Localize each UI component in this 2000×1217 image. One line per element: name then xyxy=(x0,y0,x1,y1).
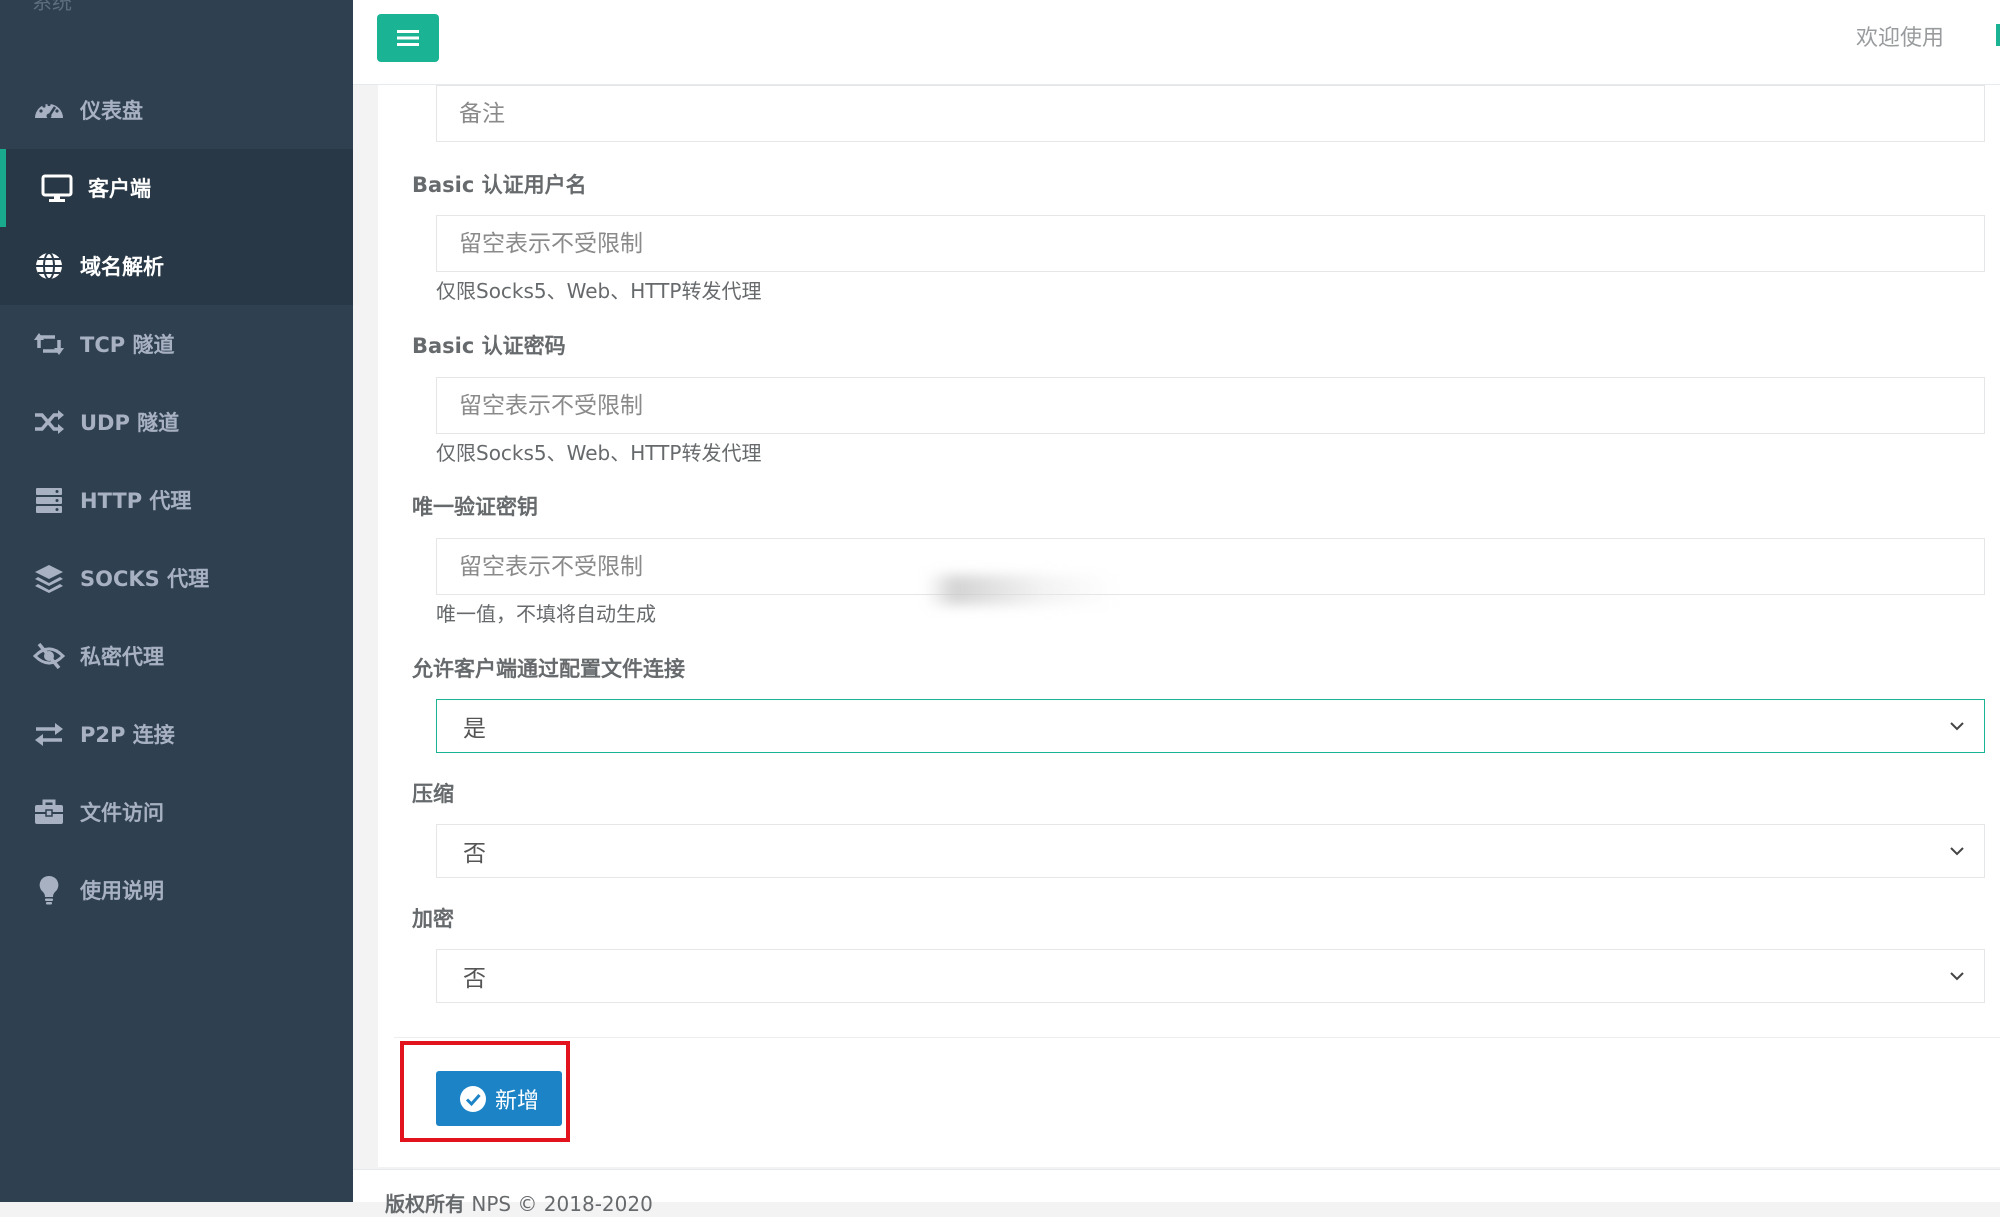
hamburger-icon xyxy=(397,30,419,46)
retweet-icon xyxy=(32,327,66,361)
basic-user-input[interactable] xyxy=(436,215,1985,272)
sidebar-item-udp[interactable]: UDP 隧道 xyxy=(0,383,353,461)
check-circle-icon xyxy=(459,1085,486,1112)
compress-select[interactable]: 否 xyxy=(436,824,1985,878)
crypt-label: 加密 xyxy=(412,907,454,931)
sidebar-item-clients[interactable]: 客户端 xyxy=(0,149,353,227)
layers-icon xyxy=(32,561,66,595)
sidebar-item-label: TCP 隧道 xyxy=(80,333,175,357)
copyright: 版权所有 NPS © 2018-2020 xyxy=(385,1188,653,1217)
basic-pass-label: Basic 认证密码 xyxy=(412,334,566,358)
server-icon xyxy=(32,483,66,517)
globe-icon xyxy=(32,249,66,283)
basic-user-help: 仅限Socks5、Web、HTTP转发代理 xyxy=(436,279,762,303)
sidebar-item-files[interactable]: 文件访问 xyxy=(0,773,353,851)
copyright-bold: 版权所有 xyxy=(385,1192,465,1216)
chevron-down-icon xyxy=(1950,847,1964,856)
menu-toggle-button[interactable] xyxy=(377,14,439,62)
dashboard-icon xyxy=(32,93,66,127)
basic-pass-input[interactable] xyxy=(436,377,1985,434)
sidebar-item-label: UDP 隧道 xyxy=(80,411,180,435)
random-icon xyxy=(32,405,66,439)
redacted-blur xyxy=(926,575,1116,605)
sidebar-item-label: HTTP 代理 xyxy=(80,489,192,513)
config-conn-select[interactable]: 是 xyxy=(436,699,1985,753)
sidebar-item-tcp[interactable]: TCP 隧道 xyxy=(0,305,353,383)
remark-input[interactable] xyxy=(436,85,1985,142)
basic-user-label: Basic 认证用户名 xyxy=(412,173,587,197)
compress-value: 否 xyxy=(463,841,486,867)
sidebar-item-label: P2P 连接 xyxy=(80,723,175,747)
chevron-down-icon xyxy=(1950,722,1964,731)
add-button[interactable]: 新增 xyxy=(436,1071,562,1126)
sidebar: 系统 仪表盘 客户端 域名解析 TCP 隧道 UDP 隧道 HTTP 代理 SO… xyxy=(0,0,353,1202)
vkey-help: 唯一值，不填将自动生成 xyxy=(436,602,656,626)
config-conn-value: 是 xyxy=(463,716,486,742)
client-form-panel: Basic 认证用户名 仅限Socks5、Web、HTTP转发代理 Basic … xyxy=(378,85,2000,1167)
welcome-text: 欢迎使用 xyxy=(1855,26,1944,51)
top-navbar: 欢迎使用 xyxy=(353,0,2000,85)
add-button-label: 新增 xyxy=(494,1088,539,1114)
sidebar-item-help[interactable]: 使用说明 xyxy=(0,851,353,929)
compress-label: 压缩 xyxy=(412,782,454,806)
basic-pass-help: 仅限Socks5、Web、HTTP转发代理 xyxy=(436,441,762,465)
briefcase-icon xyxy=(32,795,66,829)
vkey-label: 唯一验证密钥 xyxy=(412,495,538,519)
sidebar-item-label: 使用说明 xyxy=(80,879,164,903)
sidebar-item-label: 仪表盘 xyxy=(80,99,143,123)
sidebar-item-http[interactable]: HTTP 代理 xyxy=(0,461,353,539)
sidebar-item-label: 文件访问 xyxy=(80,801,164,825)
copyright-text: NPS © 2018-2020 xyxy=(465,1192,653,1216)
sidebar-item-label: 域名解析 xyxy=(80,255,164,279)
config-conn-label: 允许客户端通过配置文件连接 xyxy=(412,657,685,681)
exchange-icon xyxy=(32,717,66,751)
sidebar-item-p2p[interactable]: P2P 连接 xyxy=(0,695,353,773)
sidebar-item-socks[interactable]: SOCKS 代理 xyxy=(0,539,353,617)
desktop-icon xyxy=(40,171,74,205)
topbar-edge-marker xyxy=(1996,24,2000,46)
form-divider xyxy=(394,1037,2000,1038)
sidebar-brand: 系统 xyxy=(32,0,72,14)
chevron-down-icon xyxy=(1950,972,1964,981)
crypt-value: 否 xyxy=(463,966,486,992)
sidebar-item-secret[interactable]: 私密代理 xyxy=(0,617,353,695)
sidebar-item-dashboard[interactable]: 仪表盘 xyxy=(0,71,353,149)
sidebar-item-domain[interactable]: 域名解析 xyxy=(0,227,353,305)
footer: 版权所有 NPS © 2018-2020 xyxy=(353,1169,2000,1216)
sidebar-item-label: SOCKS 代理 xyxy=(80,567,210,591)
eye-slash-icon xyxy=(32,639,66,673)
sidebar-item-label: 客户端 xyxy=(88,177,151,201)
lightbulb-icon xyxy=(32,873,66,907)
vkey-input[interactable] xyxy=(436,538,1985,595)
sidebar-item-label: 私密代理 xyxy=(80,645,164,669)
crypt-select[interactable]: 否 xyxy=(436,949,1985,1003)
